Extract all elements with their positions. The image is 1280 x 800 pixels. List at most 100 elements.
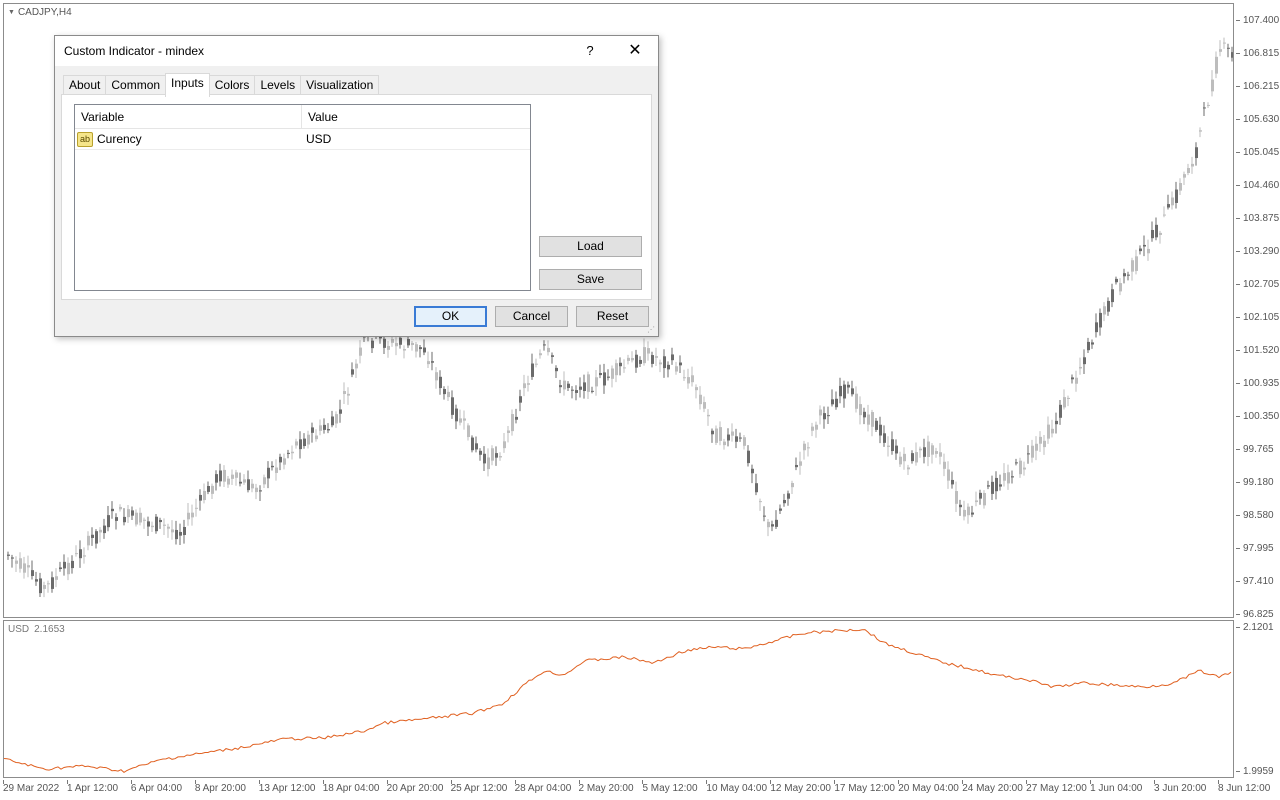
candle-body [831,399,834,405]
dialog-tabs: About Common Inputs Colors Levels Visual… [63,73,380,97]
candle-body [599,372,602,376]
indicator-subwindow[interactable]: USD 2.1653 [3,620,1234,778]
candle-body [1091,342,1094,345]
candle-body [395,342,398,347]
candle-body [651,355,654,364]
candle-body [447,391,450,398]
candle-body [187,512,190,520]
candle-body [683,377,686,379]
candle-body [1143,244,1146,247]
candle-body [1139,248,1142,252]
candle-body [579,386,582,390]
candle-body [859,404,862,416]
candle-body [143,519,146,521]
tab-levels[interactable]: Levels [254,75,302,96]
price-scale[interactable]: 107.400 106.815 106.215 105.630 105.045 104.4… [1236,0,1280,620]
save-button[interactable]: Save [539,269,642,290]
candle-body [635,354,638,368]
indicator-scale[interactable]: 2.1201 1.9959 [1236,620,1280,780]
reset-button[interactable]: Reset [576,306,649,327]
candle-body [1187,168,1190,174]
candle-body [955,491,958,504]
candle-body [1055,420,1058,425]
candle-body [1171,197,1174,206]
price-tick-label: 103.290 [1236,246,1279,257]
candle-body [387,345,390,350]
header-value[interactable]: Value [302,105,530,129]
candle-body [615,363,618,376]
time-scale[interactable]: 29 Mar 2022 1 Apr 12:00 6 Apr 04:00 8 Apr 2… [3,780,1270,800]
symbol-label[interactable]: ▼ CADJPY,H4 [8,7,72,18]
ok-button[interactable]: OK [414,306,487,327]
help-icon[interactable]: ? [580,36,600,66]
candle-body [119,506,122,510]
candle-body [903,453,906,462]
candle-body [895,445,898,454]
load-button[interactable]: Load [539,236,642,257]
candle-body [763,515,766,517]
candle-body [543,344,546,346]
candle-body [327,429,330,431]
candle-body [947,469,950,481]
candle-body [483,453,486,464]
candle-body [431,361,434,363]
close-icon[interactable]: ✕ [615,36,655,66]
candle-body [779,508,782,511]
candle-body [459,418,462,423]
price-tick-label: 107.400 [1236,15,1279,26]
candle-body [747,450,750,464]
candle-body [1039,436,1042,444]
candle-body [823,413,826,420]
candle-body [799,461,802,466]
variable-cell[interactable]: ab Curency [75,129,302,150]
candle-body [91,534,94,538]
dialog-titlebar[interactable]: Custom Indicator - mindex ? ✕ [55,36,658,66]
candle-body [155,516,158,532]
dropdown-triangle-icon[interactable]: ▼ [8,9,15,16]
candle-body [703,402,706,409]
value-cell[interactable]: USD [302,129,530,150]
candle-body [267,467,270,479]
candle-body [183,527,186,536]
candle-body [1047,424,1050,439]
candle-body [391,339,394,343]
tab-colors[interactable]: Colors [208,75,256,96]
candle-body [899,456,902,465]
candle-body [1083,357,1086,365]
candle-body [803,443,806,451]
tab-inputs[interactable]: Inputs [165,73,210,97]
tab-visualization[interactable]: Visualization [300,75,380,96]
candle-body [839,385,842,397]
candle-body [603,372,606,386]
table-row[interactable]: ab Curency USD [75,129,530,150]
grid-header: Variable Value [75,105,530,129]
candle-body [871,412,874,427]
candle-body [1207,104,1210,106]
candle-body [631,358,634,361]
inputs-panel: Variable Value ab Curency USD Load Save [61,94,652,300]
resize-grip-icon[interactable]: ⋰ [647,326,655,334]
candle-body [215,474,218,483]
cancel-button[interactable]: Cancel [495,306,568,327]
tab-common[interactable]: Common [105,75,167,96]
candle-body [971,512,974,515]
price-tick-label: 105.630 [1236,114,1279,125]
candle-body [931,445,934,455]
candle-body [439,376,442,389]
candle-body [259,490,262,492]
time-tick-label: 1 Apr 12:00 [66,780,119,794]
candle-body [507,430,510,433]
candle-body [1147,248,1150,254]
inputs-grid[interactable]: Variable Value ab Curency USD [74,104,531,291]
candle-body [1059,404,1062,418]
candle-body [235,472,238,478]
price-tick-label: 105.045 [1236,147,1279,158]
candle-body [591,390,594,392]
candle-body [19,558,22,569]
header-variable[interactable]: Variable [75,105,302,129]
price-tick-label: 101.520 [1236,345,1279,356]
candle-body [231,474,234,479]
variable-name: Curency [97,132,142,146]
tab-about[interactable]: About [63,75,107,96]
candle-body [139,512,142,523]
